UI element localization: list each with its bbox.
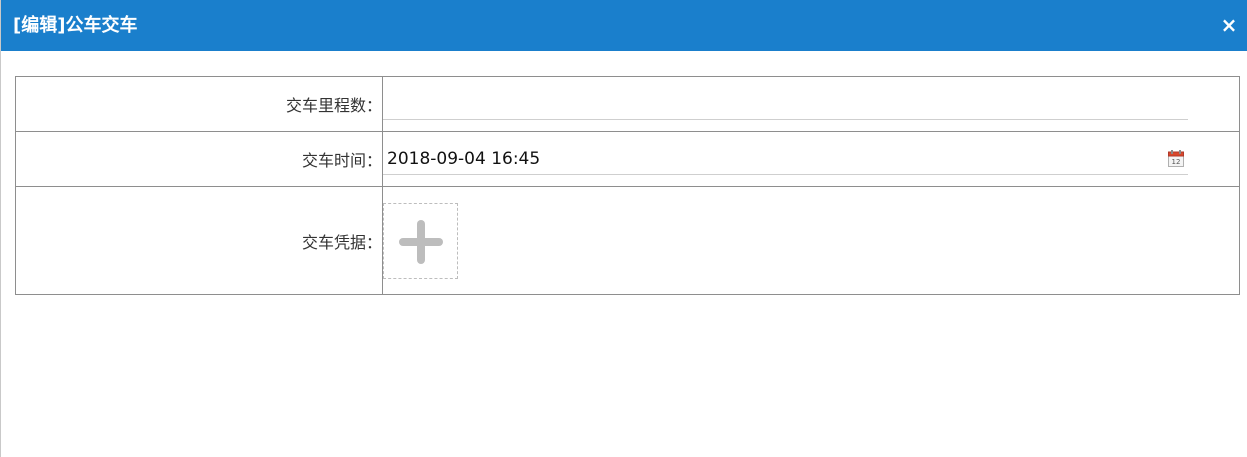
form-row-mileage: 交车里程数： [15, 76, 1240, 132]
mileage-cell [382, 76, 1240, 132]
svg-text:12: 12 [1172, 158, 1181, 166]
form-row-time: 交车时间： 2018-09-04 16:45 12 [15, 131, 1240, 187]
voucher-cell [382, 186, 1240, 295]
plus-icon [399, 220, 443, 264]
time-cell: 2018-09-04 16:45 12 [382, 131, 1240, 187]
close-button[interactable]: × [1218, 14, 1240, 36]
mileage-label: 交车里程数： [15, 76, 383, 132]
mileage-input[interactable] [383, 88, 1188, 120]
edit-dialog: [编辑]公车交车 × 交车里程数： 交车时间： 2018-09-04 16:45 [0, 0, 1247, 457]
dialog-title: [编辑]公车交车 [13, 15, 138, 36]
dialog-titlebar: [编辑]公车交车 × [1, 0, 1247, 51]
voucher-label: 交车凭据： [15, 186, 383, 295]
time-value: 2018-09-04 16:45 [387, 149, 541, 169]
time-label: 交车时间： [15, 131, 383, 187]
form-row-voucher: 交车凭据： [15, 186, 1240, 295]
upload-voucher-button[interactable] [383, 203, 458, 279]
time-input[interactable]: 2018-09-04 16:45 12 [383, 143, 1188, 175]
form-table: 交车里程数： 交车时间： 2018-09-04 16:45 12 交车凭据： [15, 76, 1240, 295]
calendar-icon[interactable]: 12 [1168, 150, 1184, 167]
